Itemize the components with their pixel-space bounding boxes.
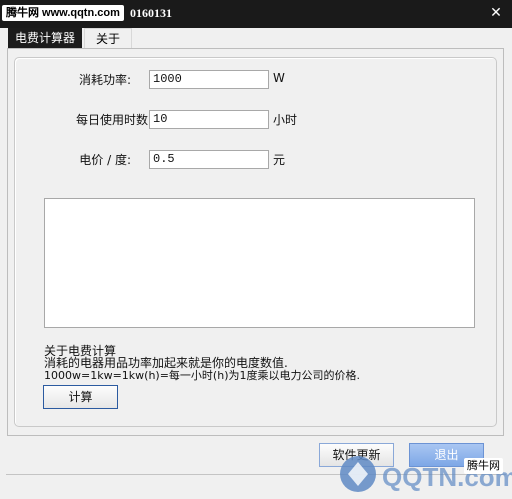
hours-input[interactable]: 10 [149,110,269,129]
power-input[interactable]: 1000 [149,70,269,89]
price-unit: 元 [273,153,286,167]
result-output[interactable] [44,198,475,328]
watermark-tag: 腾牛网 [464,458,503,474]
price-input[interactable]: 0.5 [149,150,269,169]
tab-about[interactable]: 关于 [84,28,132,48]
calculate-button[interactable]: 计算 [43,385,118,409]
power-label: 消耗功率: [78,73,131,87]
price-label: 电价 / 度: [79,153,131,167]
window-title: 0160131 [130,6,172,20]
power-unit: W [273,71,285,85]
close-icon[interactable]: ✕ [488,4,504,22]
about-line-2: 1000w=1kw=1kw(h)=每一小时(h)为1度乘以电力公司的价格. [44,369,360,382]
title-bar: 腾牛网 www.qqtn.com 0160131 ✕ [0,0,512,28]
watermark-badge: 腾牛网 www.qqtn.com [2,5,124,21]
hours-unit: 小时 [273,113,298,127]
hours-label: 每日使用时数: [75,113,152,127]
tab-calculator[interactable]: 电费计算器 [8,28,82,48]
